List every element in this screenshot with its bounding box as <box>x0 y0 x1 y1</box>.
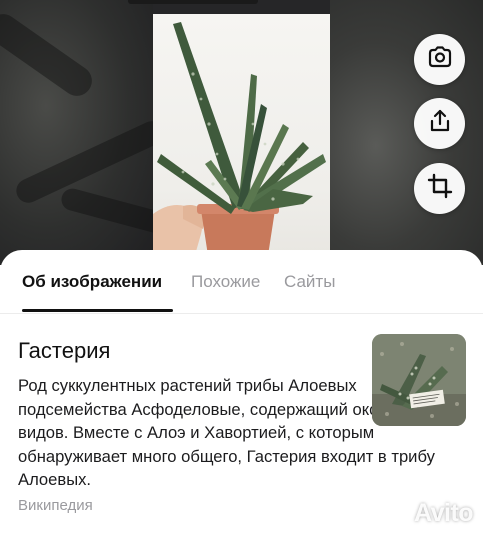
source-link[interactable]: Википедия <box>18 497 93 514</box>
image-viewer <box>0 0 483 265</box>
blurred-background-left <box>0 0 171 265</box>
tab-about-image[interactable]: Об изображении <box>22 272 162 292</box>
crop-button[interactable] <box>414 163 465 214</box>
camera-search-icon <box>427 44 453 75</box>
share-button[interactable] <box>414 98 465 149</box>
avito-watermark-text: Avito <box>414 498 474 527</box>
tab-similar[interactable]: Похожие <box>191 272 260 292</box>
tabs-divider <box>0 313 483 314</box>
tab-sites[interactable]: Сайты <box>284 272 335 292</box>
share-icon <box>427 108 453 139</box>
main-photo[interactable] <box>153 14 330 262</box>
avito-watermark: Avito <box>376 497 474 530</box>
drag-indicator <box>128 0 258 4</box>
entity-title[interactable]: Гастерия <box>18 338 110 364</box>
crop-icon <box>427 173 453 204</box>
entity-thumbnail[interactable] <box>372 334 466 426</box>
camera-search-button[interactable] <box>414 34 465 85</box>
avito-logo-icon <box>376 497 410 530</box>
active-tab-indicator <box>22 309 173 312</box>
tab-bar: Об изображении Похожие Сайты <box>0 250 483 316</box>
